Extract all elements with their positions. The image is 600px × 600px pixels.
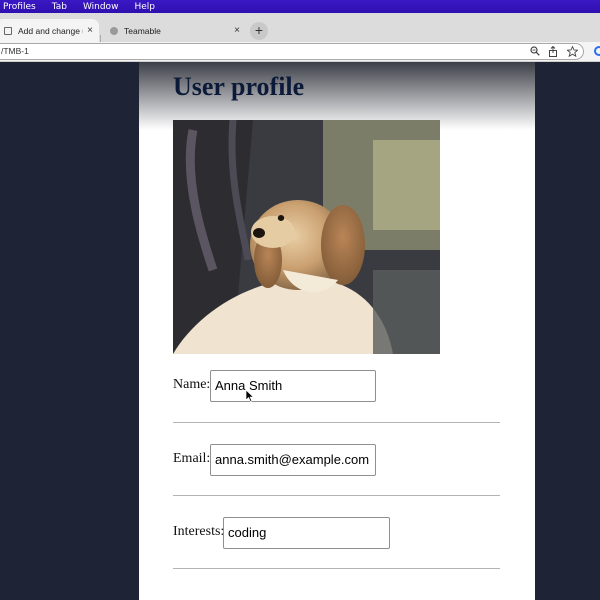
name-input[interactable]: Anna Smith — [210, 370, 376, 402]
page-favicon-icon — [4, 26, 12, 35]
globe-icon — [110, 26, 118, 35]
menu-profiles[interactable]: Profiles — [3, 2, 36, 12]
dog-photo-icon — [173, 120, 440, 354]
menu-tab[interactable]: Tab — [52, 2, 67, 12]
tab-strip: Add and change user × Teamable × + — [0, 13, 600, 48]
menu-window[interactable]: Window — [83, 2, 119, 12]
email-input[interactable]: anna.smith@example.com — [210, 444, 376, 476]
address-bar[interactable]: /TMB-1 — [0, 43, 584, 60]
interests-label: Interests: — [173, 524, 225, 539]
tab-title: Add and change user — [18, 25, 83, 36]
tab-close-icon[interactable]: × — [83, 25, 97, 36]
divider — [173, 495, 500, 496]
menu-bar: Profiles Tab Window Help — [0, 0, 600, 13]
zoom-icon[interactable] — [529, 46, 541, 58]
menu-help[interactable]: Help — [134, 2, 155, 12]
tab-add-and-change-user[interactable]: Add and change user × — [0, 19, 99, 42]
email-label: Email: — [173, 451, 211, 466]
address-url: /TMB-1 — [1, 46, 29, 56]
browser-toolbar: /TMB-1 — [0, 42, 600, 62]
page-title: User profile — [173, 72, 305, 101]
divider — [173, 422, 500, 423]
profile-photo — [173, 120, 440, 354]
bookmark-star-icon[interactable] — [565, 45, 579, 58]
extension-icon[interactable] — [594, 46, 600, 56]
mouse-cursor-icon — [246, 390, 254, 402]
page-content: User profile Name: Anna Smith Email: ann… — [139, 62, 535, 600]
tab-teamable[interactable]: Teamable × — [102, 19, 246, 42]
new-tab-button[interactable]: + — [250, 22, 268, 40]
interests-input[interactable]: coding — [223, 517, 390, 549]
share-icon[interactable] — [547, 45, 559, 58]
tab-close-icon[interactable]: × — [230, 25, 244, 36]
tab-title: Teamable — [124, 25, 161, 36]
name-label: Name: — [173, 377, 211, 392]
divider — [173, 568, 500, 569]
